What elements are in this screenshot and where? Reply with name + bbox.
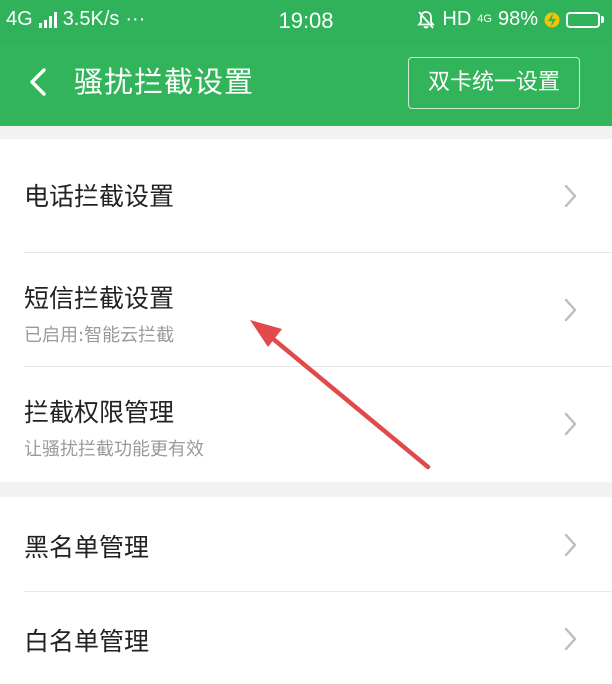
network-small: 4G xyxy=(477,13,492,25)
list-item-permission-manage[interactable]: 拦截权限管理 让骚扰拦截功能更有效 xyxy=(0,367,612,482)
item-title: 白名单管理 xyxy=(24,627,150,656)
status-right: HD 4G 98% xyxy=(416,8,604,31)
list-item-sms-intercept[interactable]: 短信拦截设置 已启用:智能云拦截 xyxy=(0,253,612,367)
item-title: 电话拦截设置 xyxy=(24,182,175,211)
settings-group-lists: 黑名单管理 白名单管理 xyxy=(0,497,612,684)
item-title: 短信拦截设置 xyxy=(24,284,175,313)
list-item-call-intercept[interactable]: 电话拦截设置 xyxy=(0,139,612,253)
list-item-whitelist[interactable]: 白名单管理 xyxy=(0,592,612,684)
battery-text: 98% xyxy=(497,8,538,30)
list-item-blacklist[interactable]: 黑名单管理 xyxy=(0,497,612,592)
dual-card-settings-button[interactable]: 双卡统一设置 xyxy=(408,57,580,109)
app-bar: 骚扰拦截设置 双卡统一设置 xyxy=(0,42,612,126)
back-button[interactable] xyxy=(16,60,60,104)
page-title: 骚扰拦截设置 xyxy=(74,65,255,99)
battery-icon xyxy=(566,11,604,28)
chevron-right-icon xyxy=(564,184,577,208)
mute-bell-icon xyxy=(417,10,436,29)
item-subtitle: 让骚扰拦截功能更有效 xyxy=(24,439,204,460)
item-title: 黑名单管理 xyxy=(24,533,150,562)
item-subtitle: 已启用:智能云拦截 xyxy=(24,325,175,346)
status-bar: 4G 3.5K/s ··· 19:08 HD 4G 98% xyxy=(0,0,612,42)
settings-group-intercept: 电话拦截设置 短信拦截设置 已启用:智能云拦截 拦截权限管理 让骚扰拦截功能更有… xyxy=(0,139,612,482)
chevron-right-icon xyxy=(564,412,577,436)
chevron-right-icon xyxy=(564,627,577,651)
chevron-right-icon xyxy=(564,533,577,557)
hd-indicator: HD xyxy=(442,8,472,30)
chevron-right-icon xyxy=(564,298,577,322)
item-title: 拦截权限管理 xyxy=(24,398,175,427)
charging-bolt-icon xyxy=(544,12,560,27)
back-arrow-icon xyxy=(30,68,46,96)
